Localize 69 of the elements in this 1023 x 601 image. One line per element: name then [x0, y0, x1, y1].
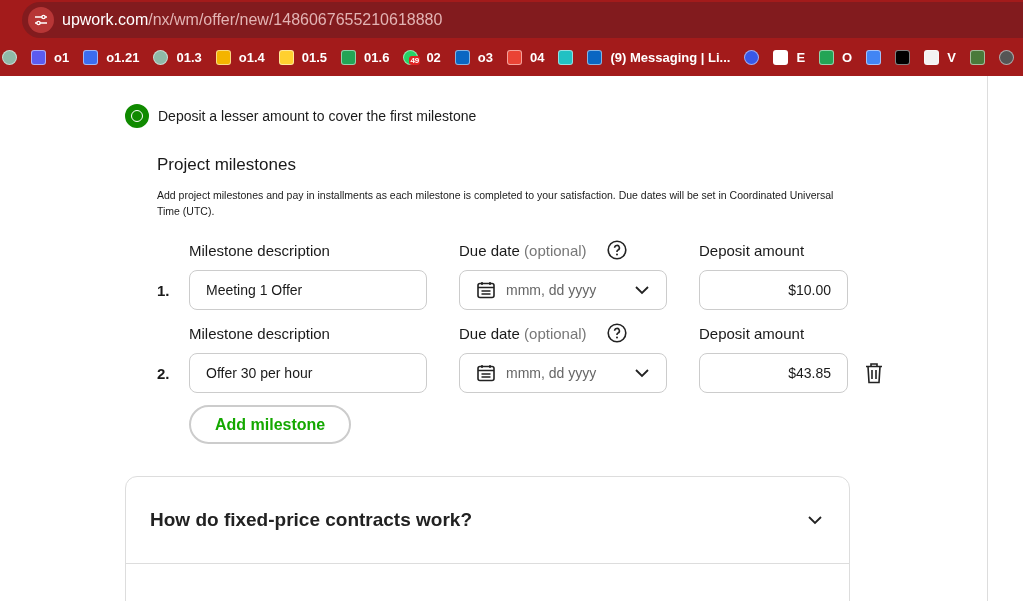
description-field[interactable]: Offer 30 per hour [189, 353, 427, 393]
bookmark-icon [773, 49, 789, 65]
field-label: Deposit amount [699, 241, 806, 259]
bookmark-icon [744, 49, 760, 65]
bookmark-icon [819, 49, 835, 65]
bookmark-icon [507, 49, 522, 65]
bookmark-icon [278, 49, 294, 65]
amount-field[interactable]: $43.85 [699, 353, 848, 393]
bookmark[interactable]: o3 [454, 49, 493, 65]
bookmark[interactable]: 01.3 [153, 49, 202, 65]
chevron-down-icon [634, 368, 650, 378]
notification-badge: 49 [409, 55, 421, 65]
bookmark[interactable]: 04 [507, 49, 545, 65]
calendar-icon [476, 280, 496, 300]
date-picker[interactable]: mmm, dd yyyy [459, 270, 667, 310]
description-field[interactable]: Meeting 1 Offer [189, 270, 427, 310]
row-number: 2. [157, 364, 171, 382]
bookmark[interactable] [866, 49, 882, 65]
field-label: Due date (optional) [459, 241, 587, 259]
bookmark-icon [341, 49, 357, 65]
section-description: Add project milestones and pay in installments as each milestone is completed to your satisfaction. Due dates will be set in Coordinated Universal Time (UTC). [157, 188, 835, 219]
option-label: Deposit a lesser amount to cover the first milestone [158, 108, 477, 124]
calendar-icon [476, 363, 496, 383]
help-icon[interactable] [607, 240, 627, 260]
bookmark[interactable]: (9) Messaging | Li... [587, 49, 731, 65]
bookmark-icon [153, 49, 169, 65]
bookmark[interactable]: o1.4 [215, 49, 265, 65]
bookmark[interactable] [2, 49, 17, 65]
bookmark[interactable]: E [773, 49, 806, 65]
date-picker[interactable]: mmm, dd yyyy [459, 353, 667, 393]
field-label: Due date (optional) [459, 324, 587, 342]
bookmark[interactable] [744, 49, 760, 65]
bookmark-icon [454, 49, 470, 65]
radio-button[interactable] [125, 104, 149, 128]
row-number: 1. [157, 281, 171, 299]
amount-field[interactable]: $10.00 [699, 270, 848, 310]
bookmark-icon [998, 49, 1014, 65]
trash-icon[interactable] [864, 362, 884, 384]
bookmark-icon [969, 49, 985, 65]
field-label: Milestone description [189, 241, 331, 259]
bookmark-icon [895, 49, 911, 65]
bookmark-icon [587, 49, 603, 65]
bookmark[interactable]: 49 02 [403, 49, 441, 65]
chevron-down-icon [634, 285, 650, 295]
bookmark[interactable]: 01.5 [278, 49, 328, 65]
bookmark[interactable] [969, 49, 985, 65]
chevron-down-icon [807, 515, 823, 525]
site-settings-icon[interactable] [28, 7, 54, 33]
help-icon[interactable] [607, 323, 627, 343]
bookmark-icon [31, 49, 46, 65]
bookmark[interactable] [998, 49, 1014, 65]
section-title: Project milestones [157, 155, 297, 175]
bookmark-icon [83, 49, 99, 65]
bookmark[interactable] [558, 49, 574, 65]
bookmark[interactable]: O [819, 49, 853, 65]
bookmark[interactable]: o1.21 [83, 49, 140, 65]
bookmark-icon [215, 49, 231, 65]
bookmark[interactable]: V [924, 49, 956, 65]
url-text: upwork.com/nx/wm/offer/new/1486067655210618880 [62, 11, 443, 29]
bookmark[interactable]: o1 [31, 49, 70, 65]
bookmark[interactable] [895, 49, 911, 65]
bookmark-icon [924, 49, 940, 65]
bookmark-icon [2, 49, 17, 65]
field-label: Milestone description [189, 324, 331, 342]
field-label: Deposit amount [699, 324, 806, 342]
address-bar[interactable]: upwork.com/nx/wm/offer/new/1486067655210618880 [22, 2, 1023, 38]
bookmark-icon [558, 49, 574, 65]
bookmark[interactable]: 01.6 [341, 49, 390, 65]
bookmark-icon [866, 49, 882, 65]
